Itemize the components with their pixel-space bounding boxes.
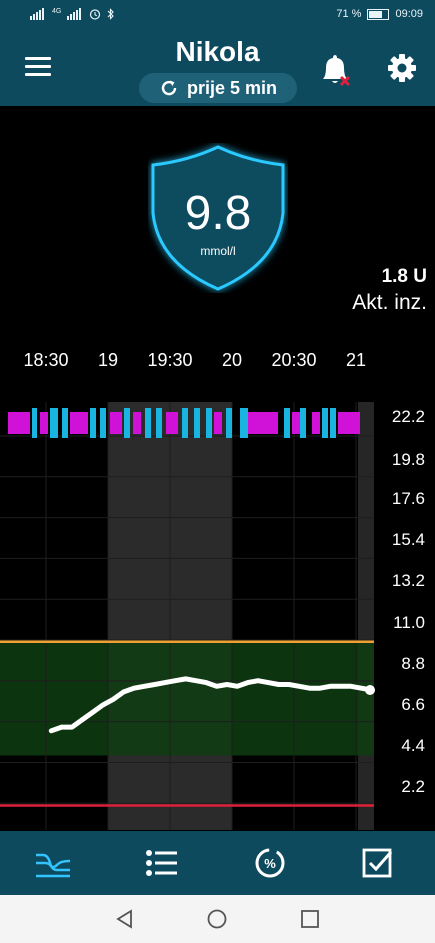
bottom-navigation: % — [0, 831, 435, 895]
current-glucose-point — [365, 685, 375, 696]
graph-icon — [36, 853, 71, 878]
x-tick-label: 21 — [345, 350, 367, 370]
treatment-marker — [156, 408, 162, 438]
x-tick-label: 19:30 — [147, 350, 193, 370]
battery-icon — [367, 8, 390, 20]
target-range-fill — [0, 641, 374, 756]
bluetooth-icon — [107, 8, 115, 20]
glucose-chart-svg — [0, 402, 375, 845]
y-tick-label: 22.2 — [391, 407, 425, 426]
y-tick-label: 17.6 — [391, 489, 425, 508]
y-tick-label: 8.8 — [401, 654, 425, 673]
refresh-icon — [161, 80, 177, 96]
x-tick-label: 20:30 — [271, 350, 317, 370]
gear-icon — [388, 54, 416, 82]
treatment-marker — [240, 408, 248, 438]
treatment-marker — [145, 408, 151, 438]
treatment-marker — [124, 408, 130, 438]
network-label: 4G — [52, 8, 62, 15]
x-tick-label: 20 — [221, 350, 243, 370]
x-tick-label: 18:30 — [23, 350, 69, 370]
alarm-icon — [90, 9, 101, 20]
chart-right-band — [358, 402, 374, 830]
clock: 09:09 — [395, 8, 423, 20]
treatment-marker — [330, 408, 336, 438]
nav-statistics[interactable]: % — [250, 843, 290, 883]
system-recents-button[interactable] — [297, 906, 323, 932]
y-tick-label: 6.6 — [401, 695, 425, 714]
menu-icon-bar — [25, 73, 51, 76]
home-icon — [207, 909, 227, 929]
treatment-marker — [292, 412, 300, 434]
y-tick-label: 13.2 — [391, 571, 425, 590]
app-header: Nikola prije 5 min — [0, 30, 435, 106]
y-tick-label: 2.2 — [401, 777, 425, 796]
x-tick-label: 19 — [97, 350, 119, 370]
treatment-marker — [248, 412, 278, 434]
treatment-marker — [110, 412, 122, 434]
system-home-button[interactable] — [204, 906, 230, 932]
glucose-chart[interactable]: 22.2 19.8 17.6 15.4 13.2 11.0 8.8 6.6 4.… — [0, 402, 435, 845]
status-right: 71 % 09:09 — [336, 8, 423, 20]
treatment-marker — [40, 412, 48, 434]
recents-icon — [301, 910, 319, 928]
nav-checklist[interactable] — [358, 843, 398, 883]
glucose-unit: mmol/l — [200, 244, 236, 258]
treatment-marker — [90, 408, 96, 438]
treatment-marker — [32, 408, 37, 438]
treatment-marker — [62, 408, 68, 438]
battery-level — [369, 10, 383, 18]
back-icon — [116, 909, 132, 929]
treatment-marker — [166, 412, 178, 434]
time-axis: 18:30 19 19:30 20 20:30 21 — [0, 350, 380, 374]
battery-percent: 71 % — [336, 8, 362, 20]
alarm-mute-button[interactable] — [316, 50, 356, 90]
treatment-marker — [206, 408, 212, 438]
y-tick-label: 4.4 — [401, 736, 425, 755]
glucose-value: 9.8 — [184, 187, 252, 240]
treatment-marker — [300, 408, 306, 438]
list-icon — [146, 850, 177, 876]
treatment-marker — [194, 408, 200, 438]
treatment-marker — [182, 408, 188, 438]
treatment-marker — [284, 408, 290, 438]
y-tick-label: 19.8 — [391, 450, 425, 469]
signal-icon — [30, 8, 44, 20]
treatment-markers — [8, 408, 360, 438]
treatment-marker — [70, 412, 88, 434]
system-back-button[interactable] — [112, 906, 138, 932]
page-title: Nikola — [175, 36, 260, 67]
treatment-marker — [312, 412, 320, 434]
treatment-marker — [226, 408, 232, 438]
treatment-marker — [50, 408, 58, 438]
status-bar: 4G 71 % 09:09 — [0, 0, 435, 30]
bell-muted-icon — [323, 55, 351, 87]
nav-graph[interactable] — [33, 843, 73, 883]
treatment-marker — [8, 412, 30, 434]
signal-indicators: 4G — [30, 8, 115, 20]
active-insulin-value: 1.8 U — [381, 266, 427, 287]
last-update-label: prije 5 min — [186, 77, 278, 98]
nav-list[interactable] — [141, 843, 181, 883]
refresh-button[interactable]: prije 5 min — [139, 73, 297, 103]
treatment-marker — [214, 412, 222, 434]
percent-icon: % — [255, 848, 285, 878]
y-tick-label: 11.0 — [393, 613, 425, 632]
active-insulin-label: Akt. inz. — [352, 291, 427, 314]
y-tick-label: 15.4 — [391, 530, 425, 549]
svg-text:%: % — [264, 856, 276, 871]
system-navigation — [0, 895, 435, 943]
treatment-marker — [338, 412, 360, 434]
treatment-marker — [100, 408, 106, 438]
settings-button[interactable] — [384, 50, 420, 86]
treatment-marker — [322, 408, 328, 438]
checklist-icon — [362, 848, 393, 878]
treatment-marker — [133, 412, 141, 434]
signal-icon-2 — [67, 8, 82, 20]
